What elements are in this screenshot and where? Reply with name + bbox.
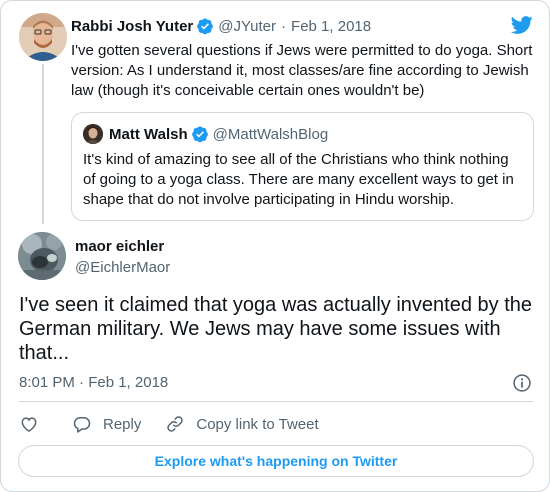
parent-author-handle[interactable]: @JYuter [218, 18, 276, 35]
quoted-author-name: Matt Walsh [109, 125, 188, 143]
quoted-tweet-text: It's kind of amazing to see all of the C… [83, 151, 514, 208]
verified-badge-icon [191, 126, 208, 143]
quoted-author-avatar [83, 124, 103, 144]
tweet-embed-card: Rabbi Josh Yuter @JYuter · Feb 1, 2018 I… [0, 0, 550, 492]
reply-bubble-icon [73, 417, 91, 433]
parent-tweet-text: I've gotten several questions if Jews we… [71, 42, 533, 99]
quoted-tweet-header: Matt Walsh @MattWalshBlog [109, 125, 328, 143]
main-author-handle[interactable]: @EichlerMaor [75, 259, 170, 276]
like-button[interactable] [19, 414, 39, 434]
reply-button[interactable]: Reply [72, 414, 141, 434]
header-separator: · [281, 17, 287, 35]
thread-connector-line [42, 64, 44, 224]
parent-author-avatar[interactable] [19, 13, 67, 61]
link-icon [167, 416, 184, 432]
reply-label: Reply [103, 415, 142, 433]
tweet-actions: Reply Copy link to Tweet [19, 412, 319, 436]
copy-link-button[interactable]: Copy link to Tweet [165, 414, 319, 434]
main-author-avatar[interactable] [18, 232, 66, 280]
action-divider [19, 401, 533, 402]
parent-tweet-date[interactable]: Feb 1, 2018 [291, 18, 371, 35]
copy-link-label: Copy link to Tweet [196, 415, 319, 433]
explore-twitter-button[interactable]: Explore what's happening on Twitter [18, 445, 534, 477]
verified-badge-icon [197, 18, 214, 35]
main-author-name[interactable]: maor eichler [75, 238, 164, 255]
tweet-timestamp[interactable]: 8:01 PM · Feb 1, 2018 [19, 374, 168, 391]
twitter-bird-icon[interactable] [510, 14, 534, 36]
parent-author-name[interactable]: Rabbi Josh Yuter [71, 18, 193, 35]
heart-icon [21, 417, 37, 432]
quoted-author-handle: @MattWalshBlog [212, 125, 329, 143]
quoted-tweet[interactable]: Matt Walsh @MattWalshBlog It's kind of a… [71, 112, 534, 221]
parent-tweet-header: Rabbi Josh Yuter @JYuter · Feb 1, 2018 [71, 17, 371, 35]
info-icon[interactable] [512, 373, 532, 393]
main-tweet-text: I've seen it claimed that yoga was actua… [19, 294, 532, 364]
